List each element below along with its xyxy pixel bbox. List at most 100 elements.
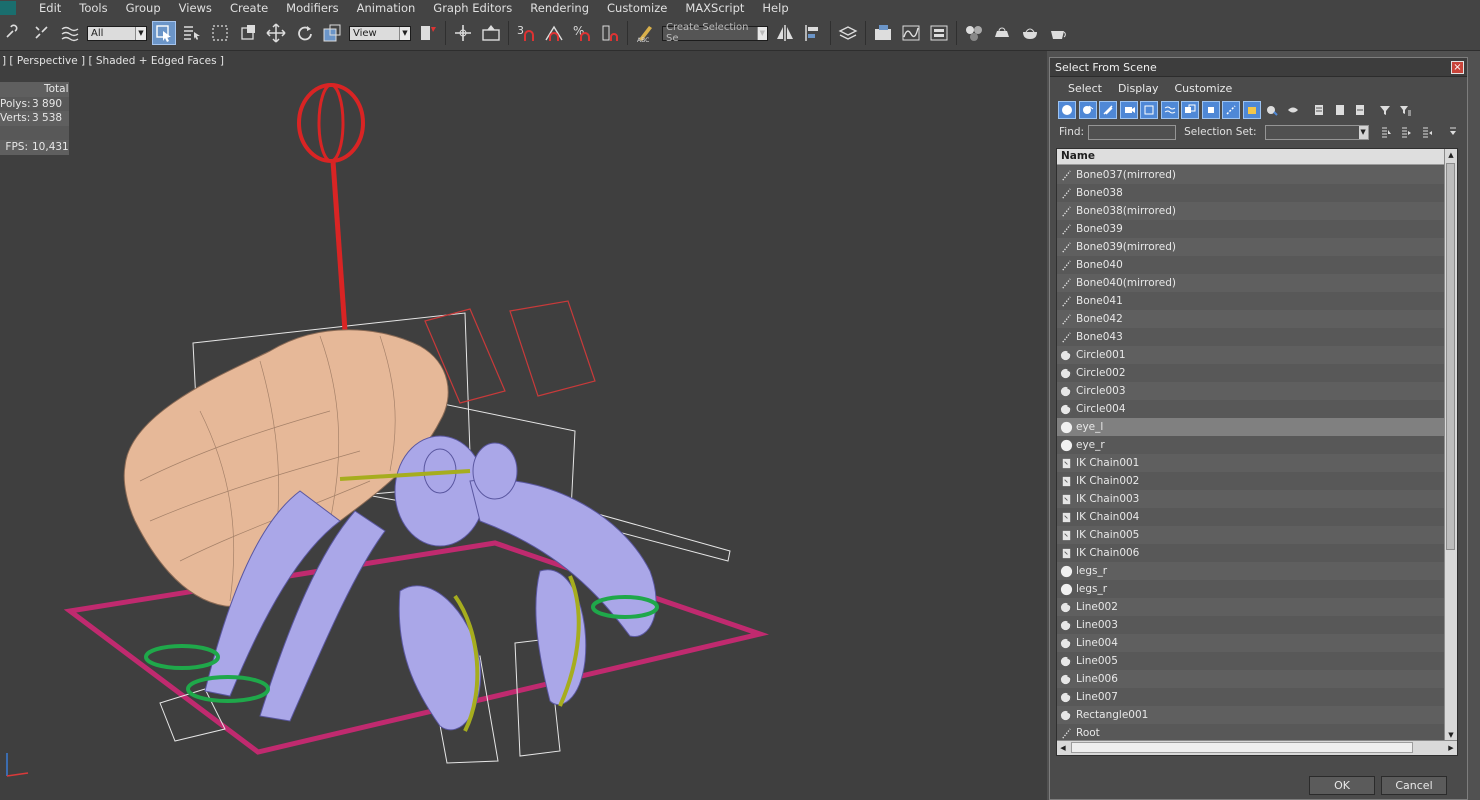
toolbar-options-icon[interactable] (1444, 123, 1462, 141)
material-editor-icon[interactable] (962, 21, 986, 45)
object-list-row[interactable]: eye_r (1057, 436, 1445, 454)
keyboard-shortcut-override-icon[interactable] (479, 21, 503, 45)
curve-editor-icon[interactable] (899, 21, 923, 45)
angle-snap-icon[interactable] (542, 21, 566, 45)
object-list-row[interactable]: Line003 (1057, 616, 1445, 634)
column-header-name[interactable]: Name (1057, 149, 1457, 165)
object-list-row[interactable]: IK Chain002 (1057, 472, 1445, 490)
display-hidden-icon[interactable] (1284, 101, 1302, 119)
object-list-row[interactable]: Circle001 (1057, 346, 1445, 364)
object-list-row[interactable]: IK Chain004 (1057, 508, 1445, 526)
menu-maxscript[interactable]: MAXScript (676, 0, 753, 16)
object-list-row[interactable]: Bone042 (1057, 310, 1445, 328)
menu-group[interactable]: Group (117, 0, 170, 16)
object-list-row[interactable]: Bone039 (1057, 220, 1445, 238)
display-none-icon[interactable] (1331, 101, 1349, 119)
add-to-selection-set-icon[interactable] (1397, 123, 1415, 141)
menu-edit[interactable]: Edit (30, 0, 70, 16)
menu-create[interactable]: Create (221, 0, 277, 16)
object-list-row[interactable]: Bone038(mirrored) (1057, 202, 1445, 220)
menu-help[interactable]: Help (753, 0, 797, 16)
object-list-row[interactable]: Circle003 (1057, 382, 1445, 400)
rectangular-selection-icon[interactable] (208, 21, 232, 45)
display-geometry-icon[interactable] (1058, 101, 1076, 119)
display-invert-icon[interactable] (1351, 101, 1369, 119)
named-selection-set-dropdown[interactable]: Create Selection Se ▼ (662, 22, 768, 44)
menu-graph-editors[interactable]: Graph Editors (424, 0, 521, 16)
object-list-row[interactable]: legs_r (1057, 580, 1445, 598)
selection-set-dropdown[interactable]: ▼ (1264, 124, 1369, 140)
menu-views[interactable]: Views (170, 0, 221, 16)
filter-options-icon[interactable] (1396, 101, 1414, 119)
display-shapes-icon[interactable] (1078, 101, 1097, 119)
bind-space-warp-icon[interactable] (58, 21, 82, 45)
select-by-name-icon[interactable] (180, 21, 204, 45)
reference-coordinate-dropdown[interactable]: View ▼ (349, 25, 411, 41)
object-list-row[interactable]: IK Chain001 (1057, 454, 1445, 472)
render-production-icon[interactable] (1046, 21, 1070, 45)
object-list-row[interactable]: Bone040 (1057, 256, 1445, 274)
display-helpers-icon[interactable] (1140, 101, 1158, 119)
render-setup-icon[interactable] (990, 21, 1014, 45)
display-xrefs-icon[interactable] (1201, 101, 1220, 119)
object-list-row[interactable]: Line006 (1057, 670, 1445, 688)
window-crossing-icon[interactable] (236, 21, 260, 45)
display-lights-icon[interactable] (1099, 101, 1117, 119)
graphite-modeling-tools-icon[interactable] (871, 21, 895, 45)
menu-animation[interactable]: Animation (348, 0, 425, 16)
perspective-viewport[interactable]: ] [ Perspective ] [ Shaded + Edged Faces… (0, 51, 1047, 800)
display-frozen-icon[interactable] (1263, 101, 1281, 119)
menu-tools[interactable]: Tools (70, 0, 116, 16)
unlink-icon[interactable] (30, 21, 54, 45)
object-list-row[interactable]: Line004 (1057, 634, 1445, 652)
dialog-menu-display[interactable]: Display (1110, 82, 1167, 95)
object-list-row[interactable]: Bone040(mirrored) (1057, 274, 1445, 292)
object-list-row[interactable]: Bone037(mirrored) (1057, 166, 1445, 184)
object-list-row[interactable]: Bone038 (1057, 184, 1445, 202)
display-bones-icon[interactable] (1222, 101, 1240, 119)
create-selection-set-icon[interactable] (1377, 123, 1395, 141)
snaps-toggle-icon[interactable]: 3 (514, 21, 538, 45)
object-list-row[interactable]: IK Chain006 (1057, 544, 1445, 562)
scale-icon[interactable] (320, 21, 344, 45)
app-logo[interactable] (0, 1, 16, 15)
display-groups-icon[interactable] (1181, 101, 1199, 119)
filter-icon[interactable] (1376, 101, 1394, 119)
move-icon[interactable] (264, 21, 288, 45)
close-icon[interactable]: × (1451, 60, 1464, 74)
menu-modifiers[interactable]: Modifiers (277, 0, 348, 16)
scroll-left-icon[interactable]: ◀ (1057, 741, 1069, 755)
dialog-menu-select[interactable]: Select (1060, 82, 1110, 95)
object-list-row[interactable]: Circle002 (1057, 364, 1445, 382)
spinner-snap-icon[interactable] (598, 21, 622, 45)
select-manipulate-icon[interactable] (451, 21, 475, 45)
horizontal-scrollbar[interactable]: ◀ ▶ (1057, 740, 1457, 755)
percent-snap-icon[interactable]: % (570, 21, 594, 45)
object-list-row[interactable]: Bone041 (1057, 292, 1445, 310)
object-list-row[interactable]: IK Chain005 (1057, 526, 1445, 544)
scroll-right-icon[interactable]: ▶ (1445, 741, 1457, 755)
object-list-row[interactable]: IK Chain003 (1057, 490, 1445, 508)
mirror-icon[interactable] (773, 21, 797, 45)
vertical-scroll-thumb[interactable] (1446, 163, 1455, 550)
rotate-icon[interactable] (292, 21, 316, 45)
schematic-view-icon[interactable] (927, 21, 951, 45)
layer-manager-icon[interactable] (836, 21, 860, 45)
horizontal-scroll-thumb[interactable] (1071, 742, 1413, 753)
object-list-row[interactable]: Line007 (1057, 688, 1445, 706)
menu-customize[interactable]: Customize (598, 0, 676, 16)
ok-button[interactable]: OK (1309, 776, 1375, 795)
vertical-scrollbar[interactable]: ▲ ▼ (1444, 149, 1457, 741)
object-list-row[interactable]: eye_l (1057, 418, 1445, 436)
object-list-row[interactable]: Line002 (1057, 598, 1445, 616)
selection-filter-dropdown[interactable]: All ▼ (87, 25, 147, 41)
dialog-menu-customize[interactable]: Customize (1166, 82, 1240, 95)
pivot-center-icon[interactable] (416, 21, 440, 45)
display-space-warps-icon[interactable] (1160, 101, 1179, 119)
object-list-row[interactable]: Bone039(mirrored) (1057, 238, 1445, 256)
cancel-button[interactable]: Cancel (1381, 776, 1447, 795)
edit-named-selection-icon[interactable]: ABC (633, 21, 657, 45)
rendered-frame-window-icon[interactable] (1018, 21, 1042, 45)
scroll-up-icon[interactable]: ▲ (1445, 149, 1457, 161)
object-list-row[interactable]: Line005 (1057, 652, 1445, 670)
